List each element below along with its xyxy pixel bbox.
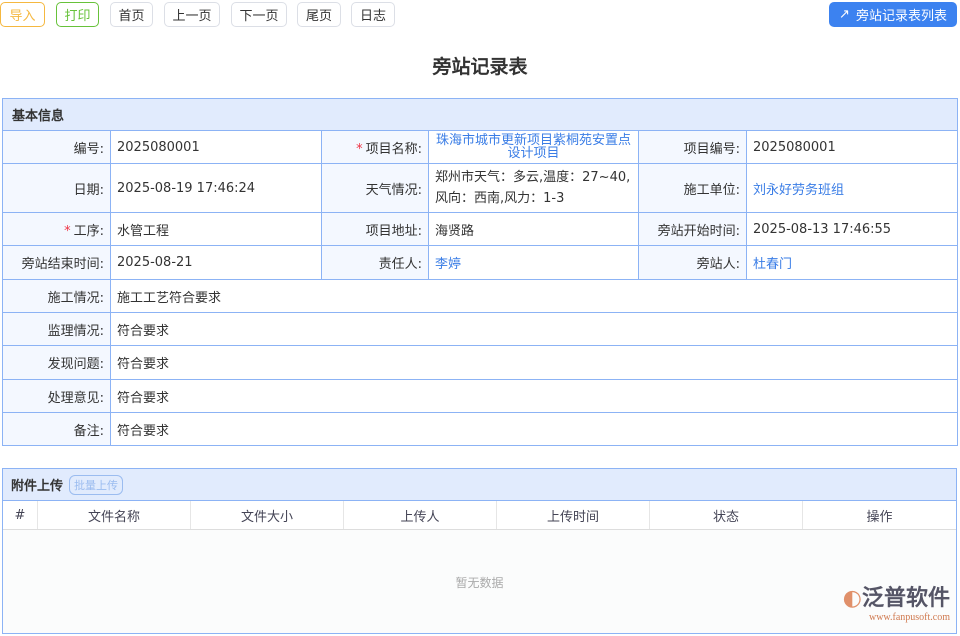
label-project-no: 项目编号:	[639, 131, 747, 164]
empty-text: 暂无数据	[3, 574, 956, 591]
print-button[interactable]: 打印	[56, 2, 99, 27]
value-project-no: 2025080001	[747, 131, 958, 164]
list-button-label: 旁站记录表列表	[856, 5, 947, 24]
fanpu-logo: ◐泛普软件 www.fanpusoft.com	[843, 580, 950, 623]
col-file-name: 文件名称	[38, 501, 191, 529]
prev-page-button[interactable]: 上一页	[164, 2, 220, 27]
value-construction: 施工工艺符合要求	[111, 280, 958, 313]
label-weather: 天气情况:	[322, 164, 429, 213]
value-opinion: 符合要求	[111, 380, 958, 413]
label-issues: 发现问题:	[3, 346, 111, 380]
col-upload-time: 上传时间	[497, 501, 650, 529]
col-index: #	[3, 501, 38, 529]
first-page-button[interactable]: 首页	[110, 2, 153, 27]
value-issues: 符合要求	[111, 346, 958, 380]
import-button[interactable]: 导入	[0, 2, 45, 27]
label-no: 编号:	[3, 131, 111, 164]
value-address: 海贤路	[429, 213, 639, 246]
label-opinion: 处理意见:	[3, 380, 111, 413]
col-actions: 操作	[803, 501, 956, 529]
value-no: 2025080001	[111, 131, 322, 164]
value-process: 水管工程	[111, 213, 322, 246]
attachment-section: 附件上传批量上传 # 文件名称 文件大小 上传人 上传时间 状态 操作 暂无数据…	[2, 468, 957, 634]
label-responsible: 责任人:	[322, 246, 429, 280]
value-supervision: 符合要求	[111, 313, 958, 346]
attachment-title: 附件上传	[11, 475, 63, 494]
value-start-time: 2025-08-13 17:46:55	[747, 213, 958, 246]
label-end-time: 旁站结束时间:	[3, 246, 111, 280]
page-title: 旁站记录表	[0, 52, 960, 79]
value-project-name[interactable]: 珠海市城市更新项目紫桐苑安置点设计项目	[429, 131, 639, 164]
label-process: *工序:	[3, 213, 111, 246]
next-page-button[interactable]: 下一页	[231, 2, 287, 27]
col-status: 状态	[650, 501, 803, 529]
logo-icon: ◐	[843, 586, 862, 611]
log-button[interactable]: 日志	[351, 2, 395, 27]
last-page-button[interactable]: 尾页	[297, 2, 341, 27]
label-construction: 施工情况:	[3, 280, 111, 313]
value-unit[interactable]: 刘永好劳务班组	[747, 164, 958, 213]
label-start-time: 旁站开始时间:	[639, 213, 747, 246]
list-button[interactable]: ↗ 旁站记录表列表	[829, 2, 957, 27]
required-mark: *	[356, 142, 363, 157]
col-uploader: 上传人	[344, 501, 497, 529]
label-date: 日期:	[3, 164, 111, 213]
value-date: 2025-08-19 17:46:24	[111, 164, 322, 213]
label-supervision: 监理情况:	[3, 313, 111, 346]
value-watcher[interactable]: 杜春门	[747, 246, 958, 280]
label-project-name: *项目名称:	[322, 131, 429, 164]
label-note: 备注:	[3, 413, 111, 446]
section-basic-info: 基本信息	[3, 99, 958, 131]
label-unit: 施工单位:	[639, 164, 747, 213]
value-end-time: 2025-08-21	[111, 246, 322, 280]
col-file-size: 文件大小	[191, 501, 344, 529]
batch-upload-button[interactable]: 批量上传	[69, 475, 123, 495]
label-address: 项目地址:	[322, 213, 429, 246]
attachment-header: # 文件名称 文件大小 上传人 上传时间 状态 操作	[3, 501, 956, 530]
value-note: 符合要求	[111, 413, 958, 446]
value-responsible[interactable]: 李婷	[429, 246, 639, 280]
basic-info-table: 基本信息 编号:2025080001 *项目名称:珠海市城市更新项目紫桐苑安置点…	[2, 98, 958, 446]
label-watcher: 旁站人:	[639, 246, 747, 280]
value-weather: 郑州市天气：多云,温度：27~40,风向：西南,风力：1-3	[429, 164, 639, 213]
trend-icon: ↗	[839, 7, 850, 22]
